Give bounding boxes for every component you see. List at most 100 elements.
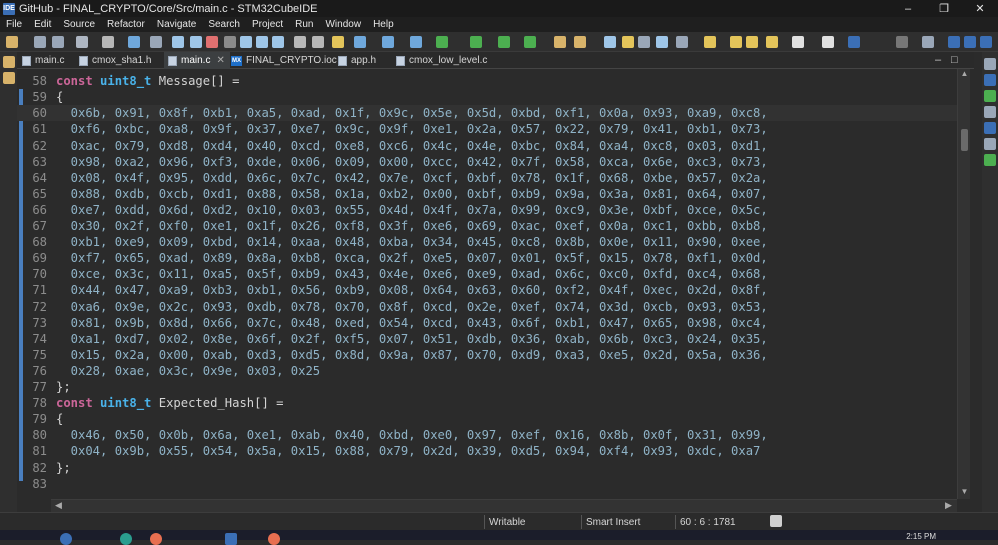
code-line[interactable]: 61 0xf6, 0xbc, 0xa8, 0x9f, 0x37, 0xe7, 0…	[17, 121, 957, 137]
debug-config-icon[interactable]	[128, 36, 140, 48]
scroll-down-icon[interactable]: ▼	[958, 487, 971, 496]
code-line[interactable]: 81 0x04, 0x9b, 0x55, 0x54, 0x5a, 0x15, 0…	[17, 443, 957, 459]
perspective-debug-icon[interactable]	[980, 36, 992, 48]
code-line[interactable]: 74 0xa1, 0xd7, 0x02, 0x8e, 0x6f, 0x2f, 0…	[17, 331, 957, 347]
build-analyzer-icon[interactable]	[984, 90, 996, 102]
menu-help[interactable]: Help	[367, 19, 400, 30]
mark-occurrences-icon[interactable]	[622, 36, 634, 48]
tab-app-h[interactable]: app.h	[338, 52, 376, 69]
external-tools-icon[interactable]	[354, 36, 366, 48]
prev-annotation-icon[interactable]	[704, 36, 716, 48]
restart-icon[interactable]	[312, 36, 324, 48]
show-whitespace-icon[interactable]	[656, 36, 668, 48]
debug-run-icon[interactable]	[524, 36, 536, 48]
taskbar-ide-icon[interactable]	[225, 533, 237, 545]
new-class-icon[interactable]	[410, 36, 422, 48]
refresh-icon[interactable]	[436, 36, 448, 48]
menu-window[interactable]: Window	[319, 19, 367, 30]
pin-editor-icon[interactable]	[822, 36, 834, 48]
info-icon[interactable]	[848, 36, 860, 48]
code-line[interactable]: 78 const uint8_t Expected_Hash[] =	[17, 395, 957, 411]
menu-run[interactable]: Run	[289, 19, 319, 30]
menu-navigate[interactable]: Navigate	[151, 19, 202, 30]
code-line[interactable]: 63 0x98, 0xa2, 0x96, 0xf3, 0xde, 0x06, 0…	[17, 154, 957, 170]
code-line[interactable]: 70 0xce, 0x3c, 0x11, 0xa5, 0x5f, 0xb9, 0…	[17, 266, 957, 282]
build-settings-icon[interactable]	[76, 36, 88, 48]
new-project-icon[interactable]	[382, 36, 394, 48]
code-line[interactable]: 72 0xa6, 0x9e, 0x2c, 0x93, 0xdb, 0x78, 0…	[17, 299, 957, 315]
disconnect-icon[interactable]	[224, 36, 236, 48]
back-icon[interactable]	[746, 36, 758, 48]
code-line[interactable]: 79 {	[17, 411, 957, 427]
taskbar-app-icon[interactable]	[268, 533, 280, 545]
tab-cmox-low-level-c[interactable]: cmox_low_level.c	[396, 52, 487, 69]
open-folder-icon[interactable]	[554, 36, 566, 48]
menu-edit[interactable]: Edit	[28, 19, 57, 30]
code-line[interactable]: 59 {	[17, 89, 957, 105]
code-line[interactable]: 69 0xf7, 0x65, 0xad, 0x89, 0x8a, 0xb8, 0…	[17, 250, 957, 266]
forward-icon[interactable]	[792, 36, 804, 48]
search-icon[interactable]	[896, 36, 908, 48]
scroll-up-icon[interactable]: ▲	[958, 69, 971, 78]
brush-icon[interactable]	[574, 36, 586, 48]
close-tab-icon[interactable]: ✕	[216, 55, 224, 66]
restore-views-icon[interactable]	[984, 58, 996, 70]
next-annotation-icon[interactable]	[676, 36, 688, 48]
code-line[interactable]: 75 0x15, 0x2a, 0x00, 0xab, 0xd3, 0xd5, 0…	[17, 347, 957, 363]
open-perspective-icon[interactable]	[922, 36, 934, 48]
vertical-scrollbar[interactable]: ▲ ▼	[957, 69, 970, 499]
maximize-button[interactable]: ❐	[926, 0, 962, 17]
project-explorer-icon[interactable]	[3, 72, 15, 84]
code-line[interactable]: 68 0xb1, 0xe9, 0x09, 0xbd, 0x14, 0xaa, 0…	[17, 234, 957, 250]
save-icon[interactable]	[34, 36, 46, 48]
status-progress-icon[interactable]	[770, 515, 782, 527]
tab-cmox-sha1-h[interactable]: cmox_sha1.h	[79, 52, 151, 69]
tab-final-crypto-ioc[interactable]: MX FINAL_CRYPTO.ioc	[231, 52, 337, 69]
save-all-icon[interactable]	[52, 36, 64, 48]
code-line[interactable]: 64 0x08, 0x4f, 0x95, 0xdd, 0x6c, 0x7c, 0…	[17, 170, 957, 186]
terminate-icon[interactable]	[206, 36, 218, 48]
problems-icon[interactable]	[984, 138, 996, 150]
debug-icon[interactable]	[332, 36, 344, 48]
taskbar-app-icon[interactable]	[120, 533, 132, 545]
step-over-icon[interactable]	[256, 36, 268, 48]
run-icon[interactable]	[498, 36, 510, 48]
minimize-editor-button[interactable]: –	[935, 54, 941, 66]
new-file-icon[interactable]	[6, 36, 18, 48]
run-config-icon[interactable]	[470, 36, 482, 48]
code-line[interactable]: 83	[17, 476, 957, 492]
close-window-button[interactable]: ✕	[962, 0, 998, 17]
menu-file[interactable]: File	[0, 19, 28, 30]
static-stack-icon[interactable]	[984, 106, 996, 118]
code-line[interactable]: 80 0x46, 0x50, 0x0b, 0x6a, 0xe1, 0xab, 0…	[17, 427, 957, 443]
code-line[interactable]: 71 0x44, 0x47, 0xa9, 0xb3, 0xb1, 0x56, 0…	[17, 282, 957, 298]
scroll-left-icon[interactable]: ◀	[55, 500, 62, 511]
code-line[interactable]: 58 const uint8_t Message[] =	[17, 73, 957, 89]
step-into-icon[interactable]	[240, 36, 252, 48]
maximize-editor-button[interactable]: □	[951, 54, 958, 66]
tab-main-c-active[interactable]: main.c ✕	[164, 52, 230, 69]
perspective-device-icon[interactable]	[964, 36, 976, 48]
tab-main-c-1[interactable]: main.c	[22, 52, 64, 69]
perspective-cpp-icon[interactable]	[948, 36, 960, 48]
taskbar-app-icon[interactable]	[60, 533, 72, 545]
build-icon[interactable]	[102, 36, 114, 48]
restore-explorer-icon[interactable]	[3, 56, 15, 68]
minimize-button[interactable]: –	[890, 0, 926, 17]
cut-icon[interactable]	[150, 36, 162, 48]
edit-icon[interactable]	[604, 36, 616, 48]
code-line[interactable]: 62 0xac, 0x79, 0xd8, 0xd4, 0x40, 0xcd, 0…	[17, 138, 957, 154]
horizontal-scrollbar[interactable]: ◀ ▶	[51, 499, 957, 512]
code-line[interactable]: 65 0x88, 0xdb, 0xcb, 0xd1, 0x88, 0x58, 0…	[17, 186, 957, 202]
block-select-icon[interactable]	[638, 36, 650, 48]
menu-refactor[interactable]: Refactor	[101, 19, 151, 30]
taskbar-app-icon[interactable]	[150, 533, 162, 545]
menu-source[interactable]: Source	[57, 19, 101, 30]
code-line[interactable]: 73 0x81, 0x9b, 0x8d, 0x66, 0x7c, 0x48, 0…	[17, 315, 957, 331]
code-line[interactable]: 82};	[17, 460, 957, 476]
outline-icon[interactable]	[984, 74, 996, 86]
code-line[interactable]: 77};	[17, 379, 957, 395]
code-line[interactable]: 76 0x28, 0xae, 0x3c, 0x9e, 0x03, 0x25	[17, 363, 957, 379]
scroll-thumb[interactable]	[961, 129, 968, 151]
suspend-icon[interactable]	[190, 36, 202, 48]
